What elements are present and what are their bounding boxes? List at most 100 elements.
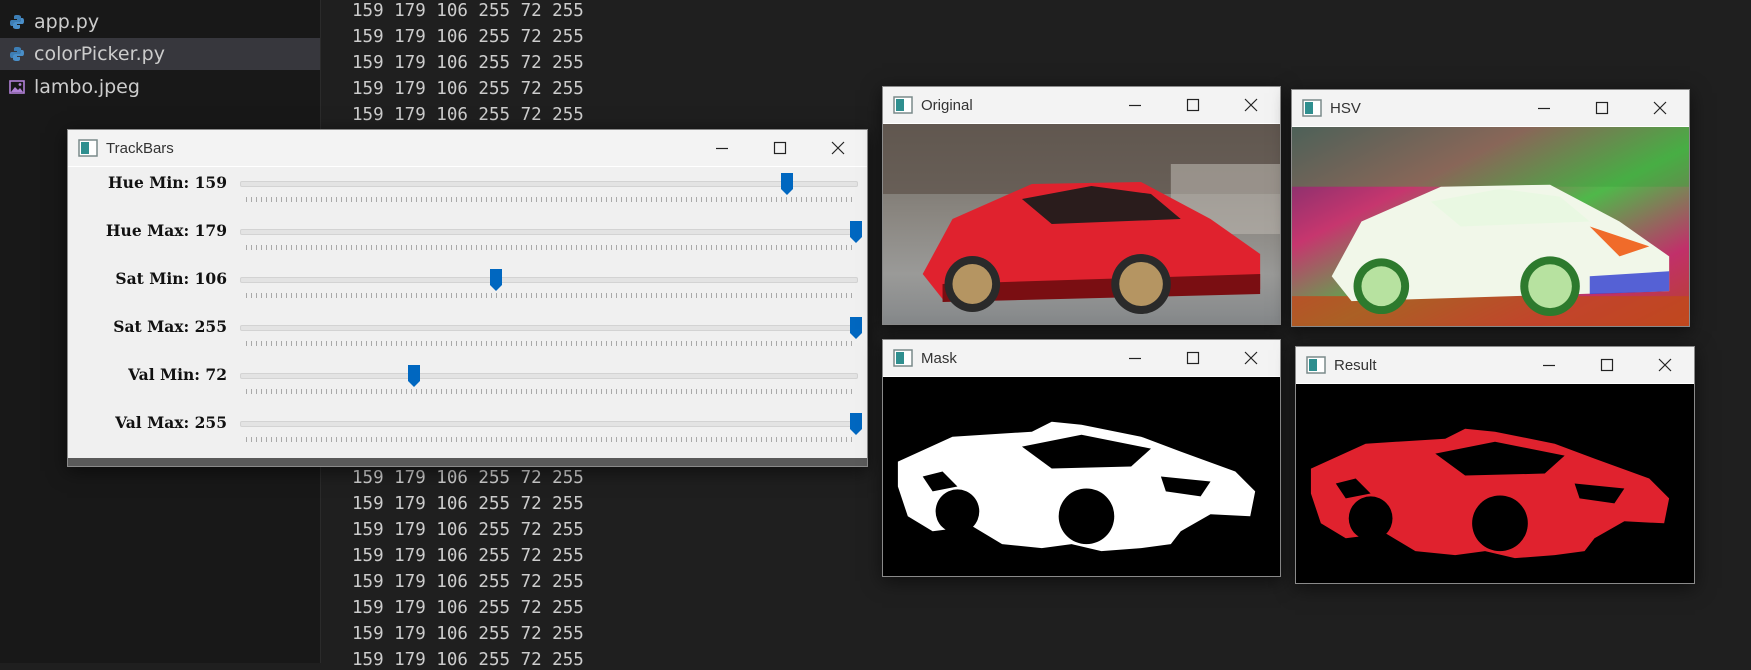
terminal-line: 159 179 106 255 72 255 (352, 494, 584, 514)
file-name: lambo.jpeg (34, 76, 140, 98)
hsv-image (1292, 127, 1689, 326)
window-title: Result (1334, 356, 1377, 374)
app-icon (1306, 356, 1326, 374)
trackbar-track[interactable] (240, 421, 858, 427)
minimize-button[interactable] (1106, 87, 1164, 123)
maximize-icon (1600, 358, 1614, 372)
file-item-colorpicker-py[interactable]: colorPicker.py (0, 38, 320, 70)
mask-image (883, 377, 1280, 576)
trackbar-label: Sat Min: 106 (115, 269, 227, 288)
maximize-icon (1595, 101, 1609, 115)
maximize-button[interactable] (1578, 347, 1636, 383)
trackbar-ticks (246, 437, 852, 442)
close-icon (1244, 98, 1258, 112)
maximize-button[interactable] (1164, 87, 1222, 123)
trackbar-track[interactable] (240, 277, 858, 283)
window-bottom-edge (68, 458, 867, 466)
window-title: Mask (921, 349, 957, 367)
window-titlebar[interactable]: TrackBars (68, 130, 867, 166)
minimize-icon (1543, 364, 1555, 367)
trackbar-thumb[interactable] (849, 220, 863, 244)
trackbar-thumb[interactable] (849, 316, 863, 340)
trackbars-window: TrackBars Hue Min: 159 Hue Max: 179 Sat … (67, 129, 868, 467)
window-title: TrackBars (106, 139, 174, 157)
trackbar-thumb[interactable] (849, 412, 863, 436)
trackbar-track[interactable] (240, 325, 858, 331)
minimize-button[interactable] (1520, 347, 1578, 383)
close-icon (1244, 351, 1258, 365)
terminal-line: 159 179 106 255 72 255 (352, 1, 584, 21)
file-name: app.py (34, 11, 100, 33)
close-icon (831, 141, 845, 155)
trackbar-label: Val Max: 255 (115, 413, 227, 432)
trackbar-ticks (246, 389, 852, 394)
maximize-button[interactable] (751, 130, 809, 166)
minimize-icon (1129, 104, 1141, 107)
terminal-line: 159 179 106 255 72 255 (352, 53, 584, 73)
trackbar-label: Sat Max: 255 (113, 317, 227, 336)
window-titlebar[interactable]: HSV (1292, 90, 1689, 126)
terminal-line: 159 179 106 255 72 255 (352, 27, 584, 47)
window-title: HSV (1330, 99, 1361, 117)
close-button[interactable] (1631, 90, 1689, 126)
result-window: Result (1295, 346, 1695, 584)
trackbar-track[interactable] (240, 181, 858, 187)
terminal-line: 159 179 106 255 72 255 (352, 598, 584, 618)
trackbar-track[interactable] (240, 373, 858, 379)
original-image (883, 124, 1280, 324)
python-icon (0, 46, 34, 62)
minimize-button[interactable] (1106, 340, 1164, 376)
trackbar-ticks (246, 245, 852, 250)
app-icon (893, 349, 913, 367)
maximize-button[interactable] (1573, 90, 1631, 126)
close-button[interactable] (1222, 340, 1280, 376)
close-icon (1653, 101, 1667, 115)
minimize-icon (716, 147, 728, 150)
minimize-button[interactable] (1515, 90, 1573, 126)
close-button[interactable] (1222, 87, 1280, 123)
window-titlebar[interactable]: Result (1296, 347, 1694, 383)
trackbar-thumb[interactable] (489, 268, 503, 292)
terminal-line: 159 179 106 255 72 255 (352, 79, 584, 99)
trackbar-label: Val Min: 72 (128, 365, 227, 384)
trackbar-ticks (246, 197, 852, 202)
minimize-icon (1538, 107, 1550, 110)
terminal-line: 159 179 106 255 72 255 (352, 468, 584, 488)
window-titlebar[interactable]: Mask (883, 340, 1280, 376)
file-item-lambo-jpeg[interactable]: lambo.jpeg (0, 71, 320, 103)
terminal-line: 159 179 106 255 72 255 (352, 546, 584, 566)
trackbar-track[interactable] (240, 229, 858, 235)
maximize-icon (1186, 351, 1200, 365)
mask-window: Mask (882, 339, 1281, 577)
terminal-line: 159 179 106 255 72 255 (352, 105, 584, 125)
minimize-icon (1129, 357, 1141, 360)
trackbar-ticks (246, 293, 852, 298)
file-item-app-py[interactable]: app.py (0, 6, 320, 38)
result-image (1296, 384, 1694, 583)
terminal-line: 159 179 106 255 72 255 (352, 624, 584, 644)
trackbar-sat-min: Sat Min: 106 (68, 263, 867, 311)
file-name: colorPicker.py (34, 43, 165, 65)
close-button[interactable] (809, 130, 867, 166)
trackbar-val-max: Val Max: 255 (68, 407, 867, 455)
app-icon (893, 96, 913, 114)
trackbars-panel: Hue Min: 159 Hue Max: 179 Sat Min: 106 S… (68, 167, 867, 466)
maximize-icon (1186, 98, 1200, 112)
close-icon (1658, 358, 1672, 372)
maximize-icon (773, 141, 787, 155)
hsv-window: HSV (1291, 89, 1690, 327)
terminal-line: 159 179 106 255 72 255 (352, 650, 584, 670)
minimize-button[interactable] (693, 130, 751, 166)
trackbar-thumb[interactable] (407, 364, 421, 388)
image-file-icon (0, 79, 34, 95)
window-titlebar[interactable]: Original (883, 87, 1280, 123)
trackbar-hue-min: Hue Min: 159 (68, 167, 867, 215)
app-icon (78, 139, 98, 157)
maximize-button[interactable] (1164, 340, 1222, 376)
trackbar-ticks (246, 341, 852, 346)
close-button[interactable] (1636, 347, 1694, 383)
trackbar-label: Hue Max: 179 (105, 221, 227, 240)
trackbar-thumb[interactable] (780, 172, 794, 196)
terminal-line: 159 179 106 255 72 255 (352, 520, 584, 540)
python-icon (0, 14, 34, 30)
